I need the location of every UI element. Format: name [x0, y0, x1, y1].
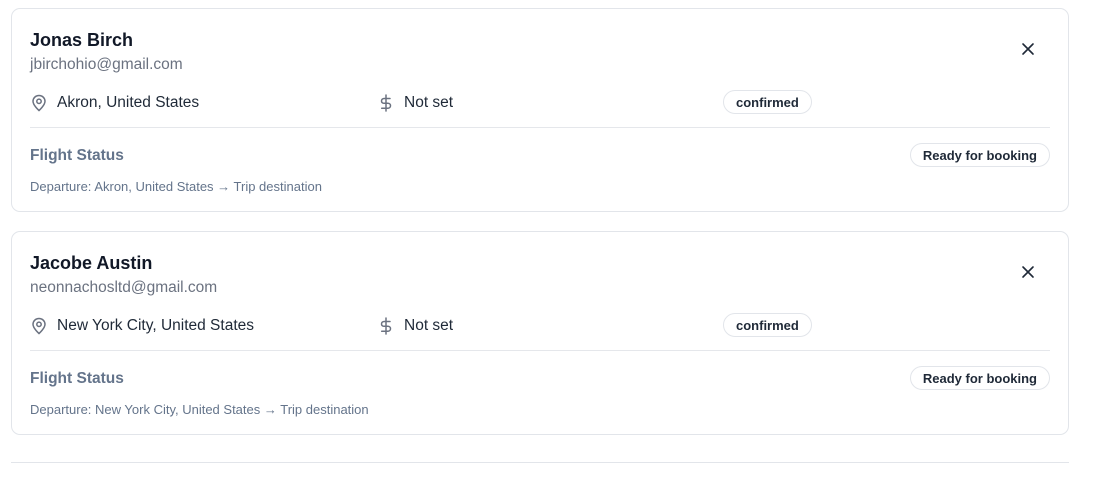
location-text: New York City, United States — [57, 317, 254, 334]
attendee-email: jbirchohio@gmail.com — [30, 56, 183, 73]
attendee-card: Jacobe Austin neonnachosltd@gmail.com Ne… — [11, 231, 1069, 435]
attendee-card: Jonas Birch jbirchohio@gmail.com Akron, … — [11, 8, 1069, 212]
attendee-location: New York City, United States — [30, 316, 254, 336]
map-pin-icon — [30, 94, 48, 112]
remove-attendee-button[interactable] — [1017, 38, 1039, 60]
attendee-email: neonnachosltd@gmail.com — [30, 279, 218, 296]
close-icon[interactable] — [1021, 265, 1035, 279]
status-badge: confirmed — [723, 313, 812, 337]
attendee-budget: Not set — [377, 93, 453, 113]
flight-status-badge: Ready for booking — [909, 143, 1050, 167]
budget-text: Not set — [404, 94, 454, 111]
flight-status-badge: Ready for booking — [909, 366, 1050, 390]
flight-status-label: Flight Status — [30, 147, 124, 164]
remove-attendee-button[interactable] — [1017, 261, 1039, 283]
divider — [30, 127, 1050, 128]
budget-text: Not set — [404, 317, 454, 334]
location-text: Akron, United States — [57, 94, 200, 111]
dollar-sign-icon — [377, 317, 395, 335]
attendee-name: Jonas Birch — [30, 30, 134, 50]
attendee-name: Jacobe Austin — [30, 253, 153, 273]
dollar-sign-icon — [377, 94, 395, 112]
attendee-card-partial — [11, 462, 1069, 502]
departure-text: Departure: New York City, United States … — [30, 402, 369, 417]
attendee-budget: Not set — [377, 316, 453, 336]
status-badge: confirmed — [723, 90, 812, 114]
attendee-location: Akron, United States — [30, 93, 199, 113]
close-icon[interactable] — [1021, 42, 1035, 56]
departure-text: Departure: Akron, United States → Trip d… — [30, 179, 322, 194]
divider — [30, 350, 1050, 351]
map-pin-icon — [30, 317, 48, 335]
flight-status-label: Flight Status — [30, 370, 124, 387]
